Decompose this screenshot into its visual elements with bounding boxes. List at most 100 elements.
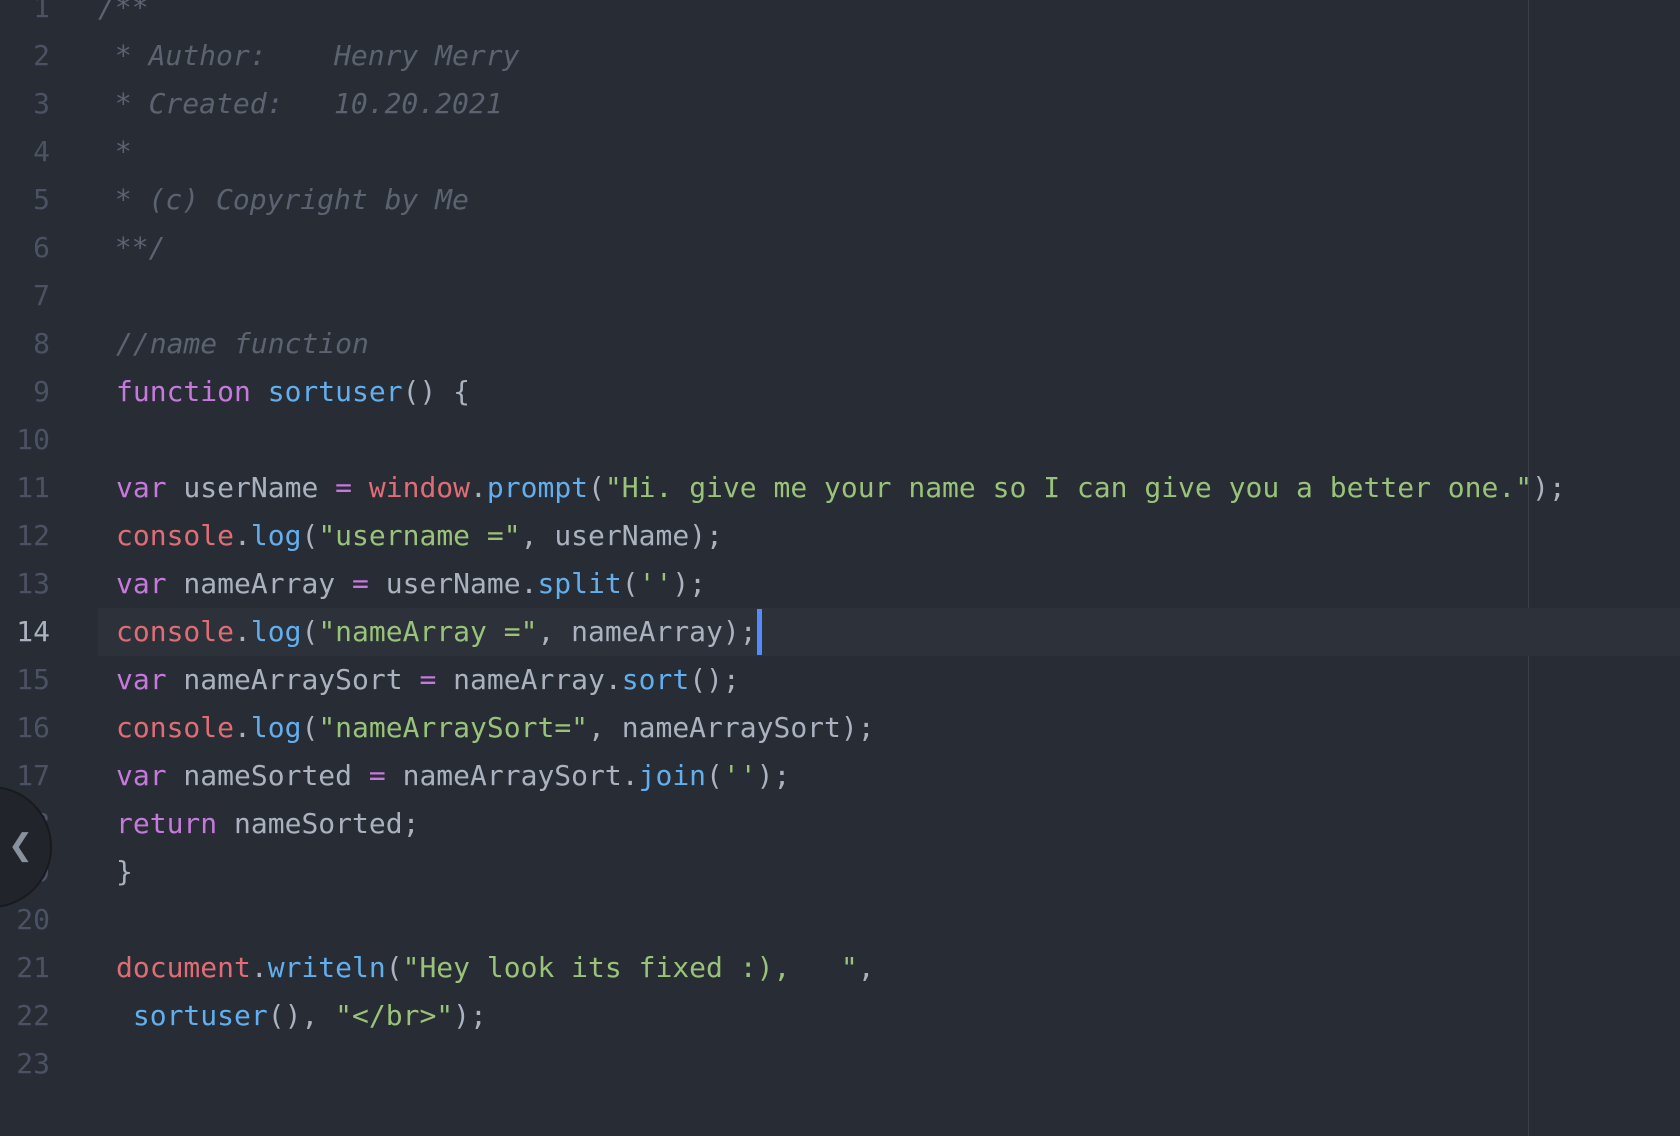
code-line[interactable]: 19} xyxy=(0,848,1680,896)
line-number: 4 xyxy=(33,135,50,168)
line-code: //name function xyxy=(116,320,369,368)
code-line[interactable]: 3 * Created: 10.20.2021 xyxy=(0,80,1680,128)
code-token: ( xyxy=(385,951,403,984)
code-line[interactable]: 22 sortuser(), "</br>"); xyxy=(0,992,1680,1040)
code-line[interactable]: 18return nameSorted; xyxy=(0,800,1680,848)
code-token: sortuser xyxy=(132,999,268,1032)
code-line[interactable]: 20 xyxy=(0,896,1680,944)
line-code: document.writeln("Hey look its fixed :),… xyxy=(116,944,875,992)
line-code: var nameArray = userName.split(''); xyxy=(116,560,706,608)
code-token: , userName); xyxy=(520,519,723,552)
code-token: ( xyxy=(621,567,639,600)
code-token: userName. xyxy=(368,567,538,600)
code-token: ); xyxy=(453,999,487,1032)
code-token: log xyxy=(250,615,302,648)
code-comment: **/ xyxy=(98,231,166,264)
line-code: * (c) Copyright by Me xyxy=(98,176,469,224)
line-number: 15 xyxy=(16,663,50,696)
line-number: 21 xyxy=(16,951,50,984)
code-token: . xyxy=(470,471,487,504)
code-token: nameArraySort xyxy=(166,663,420,696)
code-line[interactable]: 7 xyxy=(0,272,1680,320)
code-line[interactable]: 4 * xyxy=(0,128,1680,176)
code-line[interactable]: 5 * (c) Copyright by Me xyxy=(0,176,1680,224)
code-comment: * Author: Henry Merry xyxy=(98,39,520,72)
code-token: ); xyxy=(1532,471,1566,504)
code-line[interactable]: 21 document.writeln("Hey look its fixed :… xyxy=(0,944,1680,992)
editor-lines[interactable]: 1/** 2 * Author: Henry Merry 3 * Created: … xyxy=(0,0,1680,1088)
code-token: , nameArraySort); xyxy=(588,711,875,744)
line-code: var nameSorted = nameArraySort.join(''); xyxy=(116,752,790,800)
line-code: /** xyxy=(98,0,149,32)
code-line[interactable]: 11 var userName = window.prompt("Hi. give… xyxy=(0,464,1680,512)
code-line[interactable]: 6 **/ xyxy=(0,224,1680,272)
code-token: "Hi. give me your name so I can give you… xyxy=(604,471,1533,504)
line-number: 3 xyxy=(33,87,50,120)
line-code: function sortuser() { xyxy=(116,368,470,416)
code-editor[interactable]: 1/** 2 * Author: Henry Merry 3 * Created: … xyxy=(0,0,1680,1136)
code-token: ( xyxy=(706,759,723,792)
line-number: 10 xyxy=(16,423,50,456)
line-code: console.log("nameArray =", nameArray); xyxy=(116,608,762,656)
line-code: var userName = window.prompt("Hi. give m… xyxy=(116,464,1566,512)
code-line[interactable]: 1 /** xyxy=(0,0,1680,32)
code-token: ); xyxy=(672,567,707,600)
code-token: ( xyxy=(301,711,319,744)
code-token: ); xyxy=(756,759,791,792)
code-comment: /** xyxy=(98,0,149,24)
line-code: **/ xyxy=(98,224,166,272)
code-token: writeln xyxy=(267,951,386,984)
line-number: 22 xyxy=(16,999,50,1032)
code-token: sort xyxy=(621,663,690,696)
line-code: * Created: 10.20.2021 xyxy=(98,80,503,128)
code-token: console xyxy=(116,711,235,744)
line-number: 2 xyxy=(33,39,50,72)
code-line[interactable]: 9 function sortuser() { xyxy=(0,368,1680,416)
line-number: 16 xyxy=(16,711,50,744)
code-line[interactable]: 17 var nameSorted = nameArraySort.join(''… xyxy=(0,752,1680,800)
code-line[interactable]: 16 console.log("nameArraySort=", nameArra… xyxy=(0,704,1680,752)
code-comment: * Created: 10.20.2021 xyxy=(98,87,503,120)
line-code: * xyxy=(98,128,132,176)
code-token: "nameArray =" xyxy=(318,615,538,648)
code-line[interactable]: 15 var nameArraySort = nameArray.sort(); xyxy=(0,656,1680,704)
code-line[interactable]: 10 xyxy=(0,416,1680,464)
code-token: (); xyxy=(689,663,740,696)
code-token: console xyxy=(116,615,235,648)
code-line[interactable]: 2 * Author: Henry Merry xyxy=(0,32,1680,80)
code-token: return xyxy=(116,807,218,840)
code-line[interactable]: 23 xyxy=(0,1040,1680,1088)
code-token: = xyxy=(352,567,369,600)
line-number: 8 xyxy=(33,327,50,360)
line-code: var nameArraySort = nameArray.sort(); xyxy=(116,656,740,704)
code-token: var xyxy=(116,759,167,792)
code-token: = xyxy=(368,759,386,792)
code-line[interactable]: 12 console.log("username =", userName); xyxy=(0,512,1680,560)
code-token: nameArraySort. xyxy=(385,759,639,792)
code-token: var xyxy=(116,471,167,504)
code-token: . xyxy=(234,519,251,552)
line-number: 1 xyxy=(33,0,50,24)
code-token: , nameArray); xyxy=(537,615,757,648)
code-comment: * (c) Copyright by Me xyxy=(98,183,469,216)
code-token: log xyxy=(250,519,302,552)
code-line[interactable]: 8 //name function xyxy=(0,320,1680,368)
code-token: . xyxy=(234,615,251,648)
line-code: * Author: Henry Merry xyxy=(98,32,520,80)
code-token: userName xyxy=(166,471,336,504)
code-token: . xyxy=(234,711,251,744)
line-number: 13 xyxy=(16,567,50,600)
line-number: 5 xyxy=(33,183,50,216)
line-number: 11 xyxy=(16,471,50,504)
code-token: console xyxy=(116,519,235,552)
code-token: ( xyxy=(301,615,319,648)
code-line[interactable]: 13 var nameArray = userName.split(''); xyxy=(0,560,1680,608)
code-line[interactable]: 14 console.log("nameArray =", nameArray); xyxy=(0,608,1680,656)
line-code: console.log("username =", userName); xyxy=(116,512,723,560)
code-token: nameArray xyxy=(166,567,353,600)
code-comment: //name function xyxy=(116,327,369,360)
line-code: console.log("nameArraySort=", nameArrayS… xyxy=(116,704,875,752)
code-token: function xyxy=(116,375,251,408)
code-token: nameArray. xyxy=(436,663,622,696)
